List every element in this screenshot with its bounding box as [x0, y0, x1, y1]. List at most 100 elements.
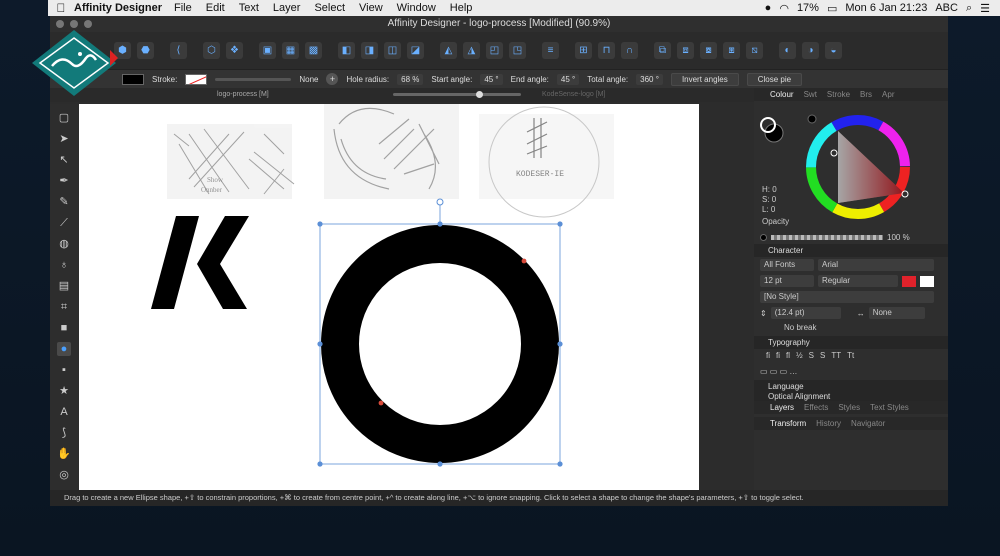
magnet-icon[interactable]: ∩: [621, 42, 638, 59]
text-fill-swatch[interactable]: [902, 275, 916, 287]
tab-styles[interactable]: Styles: [838, 403, 860, 412]
brush-tool-icon[interactable]: ⟋: [57, 216, 71, 230]
menu-list-icon[interactable]: ☰: [980, 2, 990, 15]
tab-transform[interactable]: Transform: [770, 419, 806, 428]
clock[interactable]: Mon 6 Jan 21:23: [845, 2, 927, 14]
snap-bounds-icon[interactable]: ▩: [305, 42, 322, 59]
menu-edit[interactable]: Edit: [206, 2, 225, 14]
k-logo[interactable]: [151, 216, 249, 309]
opacity-value[interactable]: 100 %: [887, 233, 910, 242]
sketch-image-2[interactable]: [324, 104, 459, 199]
typo-option-icon[interactable]: ▭ ▭ ▭ …: [760, 367, 797, 376]
snap-icon[interactable]: ▣: [259, 42, 276, 59]
font-collection-select[interactable]: All Fonts: [760, 259, 814, 271]
arrange-back-icon[interactable]: ◧: [338, 42, 355, 59]
export-persona-icon[interactable]: ⬣: [137, 42, 154, 59]
typo-glyph-7[interactable]: Tt: [847, 351, 854, 360]
arrange-icon-4[interactable]: ◪: [407, 42, 424, 59]
text-tool-icon[interactable]: A: [57, 405, 71, 419]
tab-layers[interactable]: Layers: [770, 403, 794, 412]
wifi-icon[interactable]: ◠: [779, 2, 789, 15]
end-angle-field[interactable]: 45 °: [556, 73, 580, 85]
rounded-rect-tool-icon[interactable]: ▪: [57, 363, 71, 377]
invert-angles-button[interactable]: Invert angles: [670, 72, 739, 86]
hole-radius-field[interactable]: 68 %: [397, 73, 424, 85]
app-name-menu[interactable]: Affinity Designer: [74, 2, 162, 14]
sketch-image-3[interactable]: KODESER-IE: [479, 106, 614, 218]
slider-knob[interactable]: [476, 91, 483, 98]
tab-colour[interactable]: Colour: [770, 90, 794, 99]
handle-br[interactable]: [557, 461, 563, 467]
add-icon[interactable]: +: [326, 73, 339, 85]
rotate-handle[interactable]: [436, 198, 444, 206]
flip-horizontal-icon[interactable]: ◭: [440, 42, 457, 59]
handle-tc[interactable]: [437, 221, 443, 227]
leading-field[interactable]: (12.4 pt): [770, 307, 841, 319]
colour-wheel-svg[interactable]: [754, 101, 948, 231]
start-angle-field[interactable]: 45 °: [480, 73, 503, 85]
star-tool-icon[interactable]: ★: [57, 384, 71, 398]
handle-bc[interactable]: [437, 461, 443, 467]
menu-text[interactable]: Text: [239, 2, 259, 14]
rectangle-tool-icon[interactable]: ■: [57, 321, 71, 335]
fill-swatch[interactable]: [122, 73, 144, 85]
boolean-intersect-icon[interactable]: ⧇: [700, 42, 717, 59]
tab-logo-process[interactable]: logo-process [M]: [217, 91, 269, 98]
font-size-select[interactable]: 12 pt: [760, 275, 814, 287]
node-tool-icon[interactable]: ↖: [57, 153, 71, 167]
menu-view[interactable]: View: [359, 2, 383, 14]
snapping-icon[interactable]: ⊓: [598, 42, 615, 59]
ellipse-tool-icon[interactable]: ●: [57, 342, 71, 356]
angle-handle-end[interactable]: [378, 400, 384, 406]
snap-grid-icon[interactable]: ▦: [282, 42, 299, 59]
handle-bl[interactable]: [317, 461, 323, 467]
fill-tool-icon[interactable]: ◍: [57, 237, 71, 251]
close-pie-button[interactable]: Close pie: [746, 72, 803, 86]
typo-glyph-2[interactable]: ﬂ: [786, 351, 790, 360]
boolean-xor-icon[interactable]: ⧆: [723, 42, 740, 59]
battery-icon[interactable]: ▭: [827, 2, 837, 15]
typo-glyph-0[interactable]: fi: [766, 351, 770, 360]
share-icon[interactable]: ⟨: [170, 42, 187, 59]
insert-inside-icon[interactable]: ◐: [779, 42, 796, 59]
tab-history[interactable]: History: [816, 419, 841, 428]
typo-glyph-6[interactable]: TT: [831, 351, 841, 360]
close-icon[interactable]: [56, 20, 64, 28]
optical-header[interactable]: Optical Alignment: [754, 393, 948, 401]
color-picker-icon[interactable]: ⟆: [57, 426, 71, 440]
colour-dot[interactable]: [807, 114, 817, 124]
artboard[interactable]: Show Onnber KODESER-IE: [79, 104, 699, 490]
menu-select[interactable]: Select: [314, 2, 345, 14]
transparency-tool-icon[interactable]: ♁: [57, 258, 71, 272]
zoom-tool-icon[interactable]: ◎: [57, 468, 71, 482]
hole-radius-slider[interactable]: [393, 91, 521, 98]
tab-stroke[interactable]: Stroke: [827, 90, 850, 99]
arrange-front-icon[interactable]: ◨: [361, 42, 378, 59]
record-icon[interactable]: ●: [765, 2, 772, 14]
tab-appearance[interactable]: Apr: [882, 90, 894, 99]
arrange-icon-3[interactable]: ◫: [384, 42, 401, 59]
hue-handle[interactable]: [901, 190, 909, 198]
no-break-row[interactable]: No break: [754, 321, 948, 334]
typo-glyph-1[interactable]: ﬁ: [776, 351, 780, 360]
flip-vertical-icon[interactable]: ◮: [463, 42, 480, 59]
text-style-select[interactable]: [No Style]: [760, 291, 934, 303]
place-image-icon[interactable]: ▤: [57, 279, 71, 293]
artboard-tool-icon[interactable]: ▢: [57, 111, 71, 125]
handle-ml[interactable]: [317, 341, 323, 347]
menu-file[interactable]: File: [174, 2, 192, 14]
font-style-select[interactable]: Regular: [818, 275, 898, 287]
search-icon[interactable]: ⌕: [966, 2, 972, 15]
canvas[interactable]: Show Onnber KODESER-IE: [79, 104, 699, 490]
boolean-add-icon[interactable]: ⧉: [654, 42, 671, 59]
zoom-icon[interactable]: [84, 20, 92, 28]
insert-behind-icon[interactable]: ◑: [802, 42, 819, 59]
total-angle-field[interactable]: 360 °: [636, 73, 663, 85]
insert-front-icon[interactable]: ◒: [825, 42, 842, 59]
angle-handle-start[interactable]: [521, 258, 527, 264]
stroke-width-slider[interactable]: [215, 77, 292, 81]
triangle-handle[interactable]: [830, 149, 838, 157]
text-stroke-swatch[interactable]: [920, 275, 934, 287]
rotate-left-icon[interactable]: ◰: [486, 42, 503, 59]
kerning-field[interactable]: None: [868, 307, 925, 319]
